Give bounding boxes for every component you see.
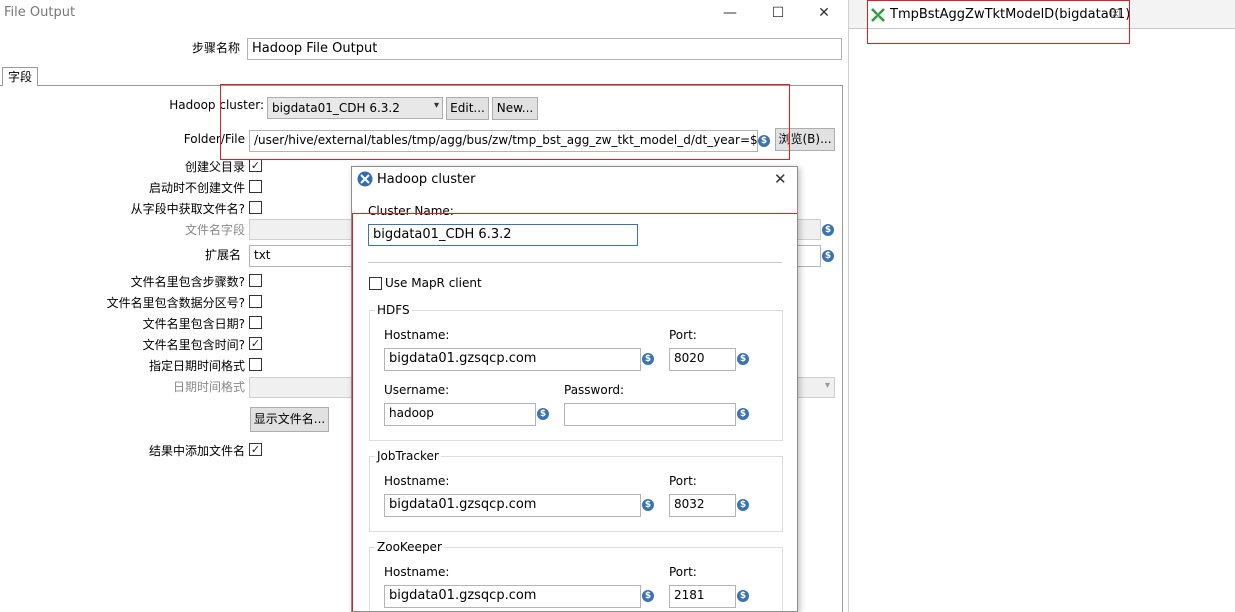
hdfs-port-label: Port: [669, 328, 697, 342]
jobtracker-hostname-input[interactable]: bigdata01.gzsqcp.com [384, 494, 641, 517]
include-partition-checkbox[interactable] [249, 295, 262, 308]
hadoop-cluster-label: Hadoop cluster: [169, 98, 264, 112]
filename-from-field-label: 从字段中获取文件名? [130, 202, 245, 216]
variable-icon[interactable]: $ [642, 353, 654, 365]
specify-format-label: 指定日期时间格式 [148, 359, 245, 373]
chevron-down-icon: ▾ [824, 380, 830, 391]
create-parent-checkbox[interactable]: ✓ [249, 159, 262, 172]
folder-file-label: Folder/File [183, 132, 245, 146]
show-filenames-button[interactable]: 显示文件名... [250, 407, 329, 432]
divider [368, 262, 782, 263]
jobtracker-port-label: Port: [669, 474, 697, 488]
cluster-name-label: Cluster Name: [368, 204, 454, 218]
tab-fields[interactable]: 字段 [2, 67, 39, 86]
no-create-on-start-checkbox[interactable] [249, 180, 262, 193]
jobtracker-hostname-label: Hostname: [384, 474, 450, 488]
hdfs-password-input[interactable] [564, 403, 736, 426]
chevron-down-icon: ▾ [433, 100, 439, 111]
include-time-label: 文件名里包含时间? [142, 338, 245, 352]
hdfs-group-title: HDFS [375, 303, 412, 317]
hdfs-hostname-label: Hostname: [384, 328, 450, 342]
datetime-format-label: 日期时间格式 [172, 380, 245, 394]
filename-field-label: 文件名字段 [184, 223, 245, 237]
use-mapr-checkbox[interactable] [369, 277, 382, 290]
dialog-close-button[interactable]: ✕ [774, 170, 787, 188]
zookeeper-port-label: Port: [669, 565, 697, 579]
hadoop-cluster-dialog: Hadoop cluster ✕ Cluster Name: bigdata01… [351, 166, 798, 612]
edit-cluster-button[interactable]: Edit... [446, 97, 489, 120]
create-parent-label: 创建父目录 [184, 160, 245, 174]
jobtracker-group-title: JobTracker [375, 449, 441, 463]
include-step-checkbox[interactable] [249, 274, 262, 287]
use-mapr-label: Use MapR client [385, 276, 482, 290]
filename-from-field-checkbox[interactable] [249, 201, 262, 214]
close-button[interactable]: ✕ [804, 2, 844, 24]
include-date-checkbox[interactable] [249, 316, 262, 329]
include-time-checkbox[interactable]: ✓ [249, 337, 262, 350]
hadoop-cluster-value: bigdata01_CDH 6.3.2 [272, 101, 400, 115]
hdfs-username-input[interactable]: hadoop [384, 403, 536, 426]
close-tab-icon[interactable]: ☒ [1110, 7, 1121, 21]
cluster-name-input[interactable]: bigdata01_CDH 6.3.2 [368, 224, 638, 246]
folder-file-input[interactable]: /user/hive/external/tables/tmp/agg/bus/z… [249, 130, 758, 152]
hdfs-password-label: Password: [564, 383, 625, 397]
variable-icon[interactable]: $ [737, 408, 749, 420]
minimize-button[interactable]: — [710, 2, 750, 24]
pentaho-logo-icon [357, 171, 373, 187]
variable-icon[interactable]: $ [737, 499, 749, 511]
variable-icon[interactable]: $ [737, 590, 749, 602]
maximize-button[interactable]: ☐ [758, 2, 798, 24]
new-cluster-button[interactable]: New... [492, 97, 538, 120]
add-filename-result-label: 结果中添加文件名 [148, 444, 245, 458]
variable-icon[interactable]: $ [822, 250, 834, 262]
window-title: File Output [4, 5, 76, 20]
transformation-icon [871, 8, 885, 22]
variable-icon[interactable]: $ [537, 408, 549, 420]
include-step-label: 文件名里包含步骤数? [130, 275, 245, 289]
zookeeper-port-input[interactable]: 2181 [669, 585, 736, 608]
variable-icon[interactable]: $ [822, 224, 834, 236]
browse-button[interactable]: 浏览(B)... [775, 128, 835, 151]
include-date-label: 文件名里包含日期? [142, 317, 245, 331]
zookeeper-hostname-input[interactable]: bigdata01.gzsqcp.com [384, 585, 641, 608]
hdfs-hostname-input[interactable]: bigdata01.gzsqcp.com [384, 348, 641, 371]
step-name-input[interactable]: Hadoop File Output [247, 38, 842, 60]
editor-tab[interactable]: TmpBstAggZwTktModelD(bigdata01) ☒ [867, 0, 1130, 28]
editor-tab-title: TmpBstAggZwTktModelD(bigdata01) [890, 7, 1131, 22]
editor-tabbar: TmpBstAggZwTktModelD(bigdata01) ☒ [849, 0, 1235, 29]
add-filename-result-checkbox[interactable]: ✓ [249, 443, 262, 456]
hadoop-cluster-select[interactable]: bigdata01_CDH 6.3.2 ▾ [267, 97, 443, 119]
variable-icon[interactable]: $ [737, 353, 749, 365]
editor-pane: TmpBstAggZwTktModelD(bigdata01) ☒ [848, 0, 1235, 612]
no-create-on-start-label: 启动时不创建文件 [148, 181, 245, 195]
jobtracker-port-input[interactable]: 8032 [669, 494, 736, 517]
variable-icon[interactable]: $ [642, 590, 654, 602]
variable-icon[interactable]: $ [758, 135, 770, 147]
dialog-title: Hadoop cluster [377, 172, 476, 187]
zookeeper-group-title: ZooKeeper [375, 540, 444, 554]
zookeeper-hostname-label: Hostname: [384, 565, 450, 579]
specify-format-checkbox[interactable] [249, 358, 262, 371]
extension-label: 扩展名 [204, 248, 241, 262]
step-name-label: 步骤名称 [191, 41, 240, 55]
hdfs-port-input[interactable]: 8020 [669, 348, 736, 371]
variable-icon[interactable]: $ [642, 499, 654, 511]
tab-strip: 字段 [0, 65, 842, 86]
hdfs-username-label: Username: [384, 383, 450, 397]
include-partition-label: 文件名里包含数据分区号? [106, 296, 245, 310]
